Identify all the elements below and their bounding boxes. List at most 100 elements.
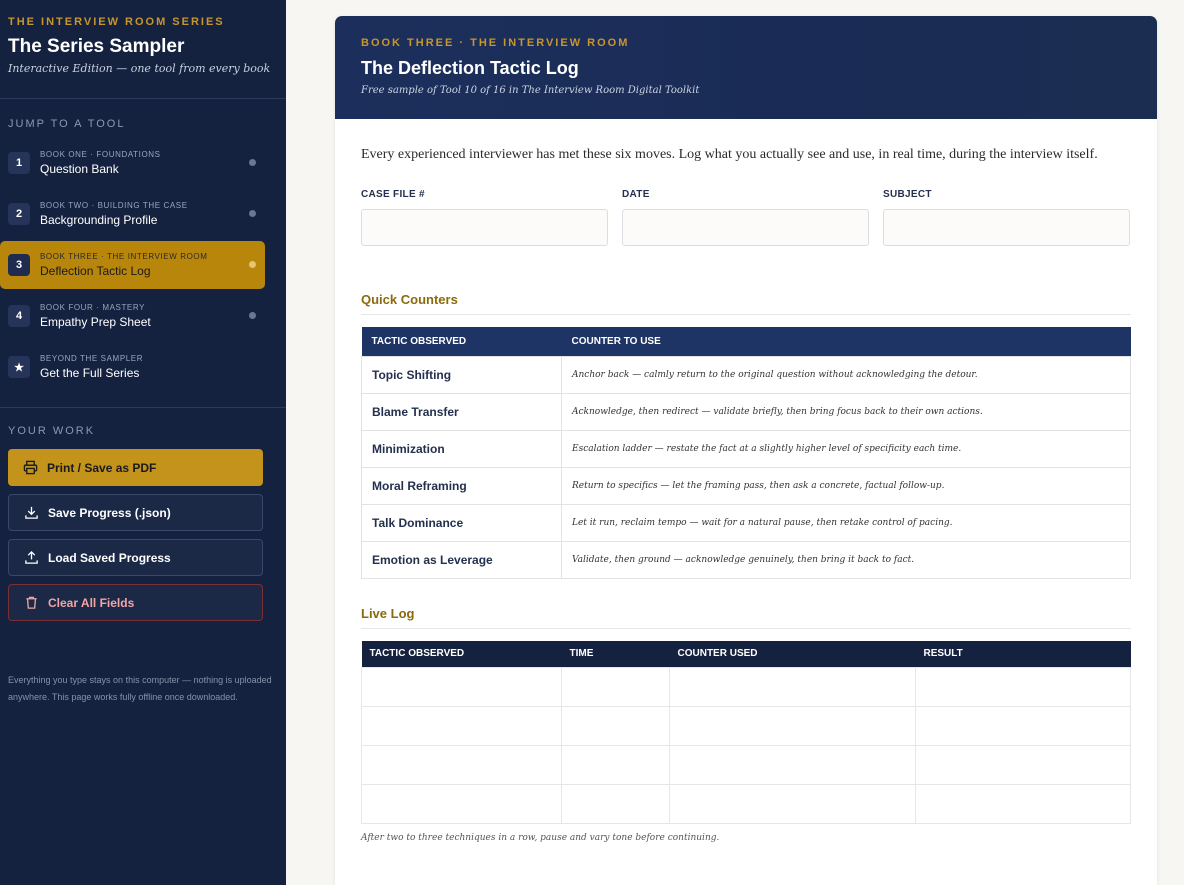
card-header: BOOK THREE · THE INTERVIEW ROOM The Defl… [335, 16, 1157, 119]
sidebar: THE INTERVIEW ROOM SERIES The Series Sam… [0, 0, 286, 885]
live-log-table: TACTIC OBSERVED TIME COUNTER USED RESULT [361, 640, 1131, 824]
tool-nav: 1 BOOK ONE · FOUNDATIONS Question Bank 2… [0, 139, 286, 391]
result-entry-cell[interactable] [915, 784, 1131, 824]
nav-item-question-bank[interactable]: 1 BOOK ONE · FOUNDATIONS Question Bank [0, 139, 265, 187]
nav-tool-name: Deflection Tactic Log [40, 264, 151, 278]
nav-tool-name: Question Bank [40, 162, 119, 176]
sidebar-divider [0, 407, 286, 408]
counter-entry-cell[interactable] [669, 706, 916, 746]
column-header: TIME [561, 640, 670, 668]
header-fields: CASE FILE # DATE SUBJECT [361, 189, 1131, 246]
card-body: Every experienced interviewer has met th… [335, 119, 1157, 843]
table-row: Talk Dominance Let it run, reclaim tempo… [361, 503, 1131, 542]
print-pdf-button[interactable]: Print / Save as PDF [8, 449, 263, 486]
load-progress-button[interactable]: Load Saved Progress [8, 539, 263, 576]
counter-cell: Acknowledge, then redirect — validate br… [561, 392, 1131, 431]
nav-item-backgrounding-profile[interactable]: 2 BOOK TWO · BUILDING THE CASE Backgroun… [0, 190, 265, 238]
column-header: COUNTER TO USE [561, 327, 1131, 356]
column-header: TACTIC OBSERVED [361, 327, 562, 356]
nav-book-label: BOOK THREE · THE INTERVIEW ROOM [40, 252, 208, 261]
nav-book-label: BOOK TWO · BUILDING THE CASE [40, 201, 188, 210]
live-log-title: Live Log [361, 606, 1131, 629]
jump-to-tool-label: JUMP TO A TOOL [8, 118, 126, 130]
status-dot-icon [249, 261, 256, 268]
nav-badge: 4 [8, 305, 30, 327]
star-icon: ★ [8, 356, 30, 378]
tool-card: BOOK THREE · THE INTERVIEW ROOM The Defl… [335, 16, 1157, 885]
privacy-note: Everything you type stays on this comput… [8, 675, 272, 702]
save-progress-button[interactable]: Save Progress (.json) [8, 494, 263, 531]
counter-entry-cell[interactable] [669, 745, 916, 785]
column-header: TACTIC OBSERVED [361, 640, 562, 668]
table-row [361, 745, 1131, 785]
intro-text: Every experienced interviewer has met th… [361, 147, 1098, 162]
counter-entry-cell[interactable] [669, 784, 916, 824]
nav-item-empathy-prep-sheet[interactable]: 4 BOOK FOUR · MASTERY Empathy Prep Sheet [0, 292, 265, 340]
trash-icon [23, 595, 39, 611]
table-row: Emotion as Leverage Validate, then groun… [361, 540, 1131, 579]
table-row: Blame Transfer Acknowledge, then redirec… [361, 392, 1131, 431]
column-header: RESULT [915, 640, 1131, 668]
status-dot-icon [249, 210, 256, 217]
nav-badge: 3 [8, 254, 30, 276]
nav-book-label: BEYOND THE SAMPLER [40, 354, 144, 363]
date-label: DATE [622, 189, 650, 200]
time-entry-cell[interactable] [561, 784, 670, 824]
result-entry-cell[interactable] [915, 667, 1131, 707]
page-subtitle: Free sample of Tool 10 of 16 in The Inte… [361, 85, 700, 96]
tactic-cell: Blame Transfer [361, 392, 562, 431]
counter-cell: Anchor back — calmly return to the origi… [561, 355, 1131, 394]
table-row [361, 784, 1131, 824]
nav-tool-name: Get the Full Series [40, 366, 140, 380]
tactic-cell: Moral Reframing [361, 466, 562, 505]
counter-cell: Let it run, reclaim tempo — wait for a n… [561, 503, 1131, 542]
subject-field: SUBJECT [883, 189, 1130, 246]
load-progress-label: Load Saved Progress [48, 550, 171, 565]
sidebar-header: THE INTERVIEW ROOM SERIES The Series Sam… [0, 0, 286, 99]
subject-label: SUBJECT [883, 189, 932, 200]
subject-input[interactable] [883, 209, 1130, 246]
nav-book-label: BOOK ONE · FOUNDATIONS [40, 150, 161, 159]
counter-cell: Validate, then ground — acknowledge genu… [561, 540, 1131, 579]
tactic-entry-cell[interactable] [361, 784, 562, 824]
printer-icon [22, 460, 38, 476]
sidebar-title: The Series Sampler [8, 36, 185, 57]
sidebar-subtitle: Interactive Edition — one tool from ever… [8, 62, 271, 75]
result-entry-cell[interactable] [915, 745, 1131, 785]
table-row [361, 667, 1131, 707]
tactic-entry-cell[interactable] [361, 706, 562, 746]
result-entry-cell[interactable] [915, 706, 1131, 746]
nav-tool-name: Empathy Prep Sheet [40, 315, 151, 329]
time-entry-cell[interactable] [561, 706, 670, 746]
table-row: Topic Shifting Anchor back — calmly retu… [361, 355, 1131, 394]
time-entry-cell[interactable] [561, 745, 670, 785]
tactic-cell: Minimization [361, 429, 562, 468]
date-input[interactable] [622, 209, 869, 246]
nav-item-full-series[interactable]: ★ BEYOND THE SAMPLER Get the Full Series [0, 343, 265, 391]
table-row: Moral Reframing Return to specifics — le… [361, 466, 1131, 505]
date-field: DATE [622, 189, 869, 246]
quick-counters-title: Quick Counters [361, 292, 1131, 315]
page-title: The Deflection Tactic Log [361, 58, 579, 78]
download-icon [23, 505, 39, 521]
save-progress-label: Save Progress (.json) [48, 505, 171, 520]
case-file-input[interactable] [361, 209, 608, 246]
tactic-cell: Emotion as Leverage [361, 540, 562, 579]
time-entry-cell[interactable] [561, 667, 670, 707]
series-label: THE INTERVIEW ROOM SERIES [8, 16, 225, 28]
counter-cell: Escalation ladder — restate the fact at … [561, 429, 1131, 468]
counter-cell: Return to specifics — let the framing pa… [561, 466, 1131, 505]
your-work-label: YOUR WORK [8, 425, 96, 437]
tactic-entry-cell[interactable] [361, 667, 562, 707]
clear-fields-button[interactable]: Clear All Fields [8, 584, 263, 621]
nav-item-deflection-tactic-log[interactable]: 3 BOOK THREE · THE INTERVIEW ROOM Deflec… [0, 241, 265, 289]
nav-book-label: BOOK FOUR · MASTERY [40, 303, 146, 312]
table-row: Minimization Escalation ladder — restate… [361, 429, 1131, 468]
tactic-entry-cell[interactable] [361, 745, 562, 785]
nav-badge: 1 [8, 152, 30, 174]
counter-entry-cell[interactable] [669, 667, 916, 707]
print-pdf-label: Print / Save as PDF [47, 460, 157, 475]
status-dot-icon [249, 159, 256, 166]
clear-fields-label: Clear All Fields [48, 595, 135, 610]
nav-tool-name: Backgrounding Profile [40, 213, 158, 227]
